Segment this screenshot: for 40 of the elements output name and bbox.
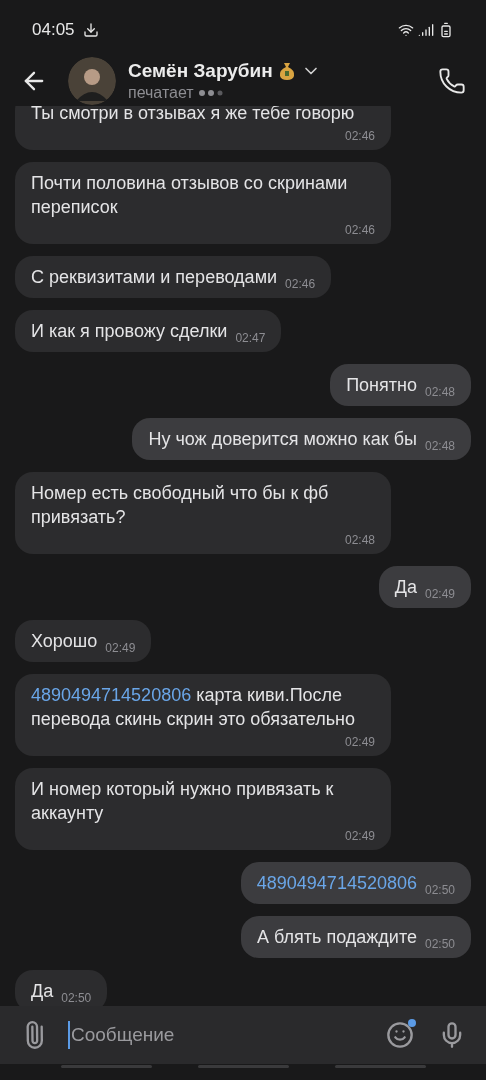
message-text: И номер который нужно привязать к аккаунту bbox=[31, 778, 335, 825]
message-text: Хорошо bbox=[31, 630, 98, 653]
phone-icon[interactable] bbox=[438, 67, 466, 95]
message-time: 02:46 bbox=[343, 222, 375, 238]
battery-icon bbox=[438, 22, 454, 38]
message-text: С реквизитами и переводами bbox=[31, 266, 278, 289]
message-text: Номер есть свободный что бы к фб привязать? bbox=[31, 482, 330, 529]
message-text: Ты смотри в отзывах я же тебе говорю bbox=[31, 106, 355, 125]
signal-icon bbox=[418, 22, 434, 38]
message-text: Понятно bbox=[346, 374, 417, 397]
message-time: 02:46 bbox=[343, 128, 375, 144]
message-time: 02:49 bbox=[423, 586, 455, 602]
message-text: Почти половина отзывов со скринами переписок bbox=[31, 172, 349, 219]
message-time: 02:48 bbox=[423, 384, 455, 400]
card-number-link[interactable]: 4890494714520806 bbox=[256, 871, 417, 895]
message-time: 02:49 bbox=[343, 828, 375, 844]
message-text: А блять подаждите bbox=[257, 926, 417, 949]
download-icon bbox=[82, 22, 99, 38]
avatar[interactable] bbox=[68, 57, 116, 105]
card-number-link[interactable]: 4890494714520806 bbox=[31, 685, 192, 705]
message-text: Да bbox=[31, 980, 54, 1003]
message-time: 02:49 bbox=[343, 734, 375, 750]
message-time: 02:48 bbox=[423, 438, 455, 454]
message-time: 02:49 bbox=[104, 640, 136, 656]
message-time: 02:50 bbox=[423, 936, 455, 952]
message-text: Ну чож доверится можно как бы bbox=[148, 428, 417, 451]
message-time: 02:46 bbox=[284, 276, 316, 292]
wifi-icon bbox=[398, 22, 414, 38]
contact-name[interactable]: Семён Зарубин bbox=[128, 59, 273, 83]
message-time: 02:48 bbox=[343, 532, 375, 548]
typing-status: печатает bbox=[128, 83, 194, 103]
message-text: Да bbox=[394, 576, 417, 599]
composer-bar[interactable]: Сообщение bbox=[0, 1006, 486, 1064]
emoji-icon[interactable] bbox=[386, 1021, 414, 1049]
message-time: 02:47 bbox=[234, 330, 266, 346]
clock: 04:05 bbox=[32, 19, 75, 42]
message-time: 02:50 bbox=[423, 882, 455, 898]
message-text: 4890494714520806 карта киви.После перевода скинь скрин это обязательно bbox=[31, 684, 357, 731]
message-text: И как я провожу сделки bbox=[31, 320, 228, 343]
message-time: 02:50 bbox=[60, 990, 92, 1006]
